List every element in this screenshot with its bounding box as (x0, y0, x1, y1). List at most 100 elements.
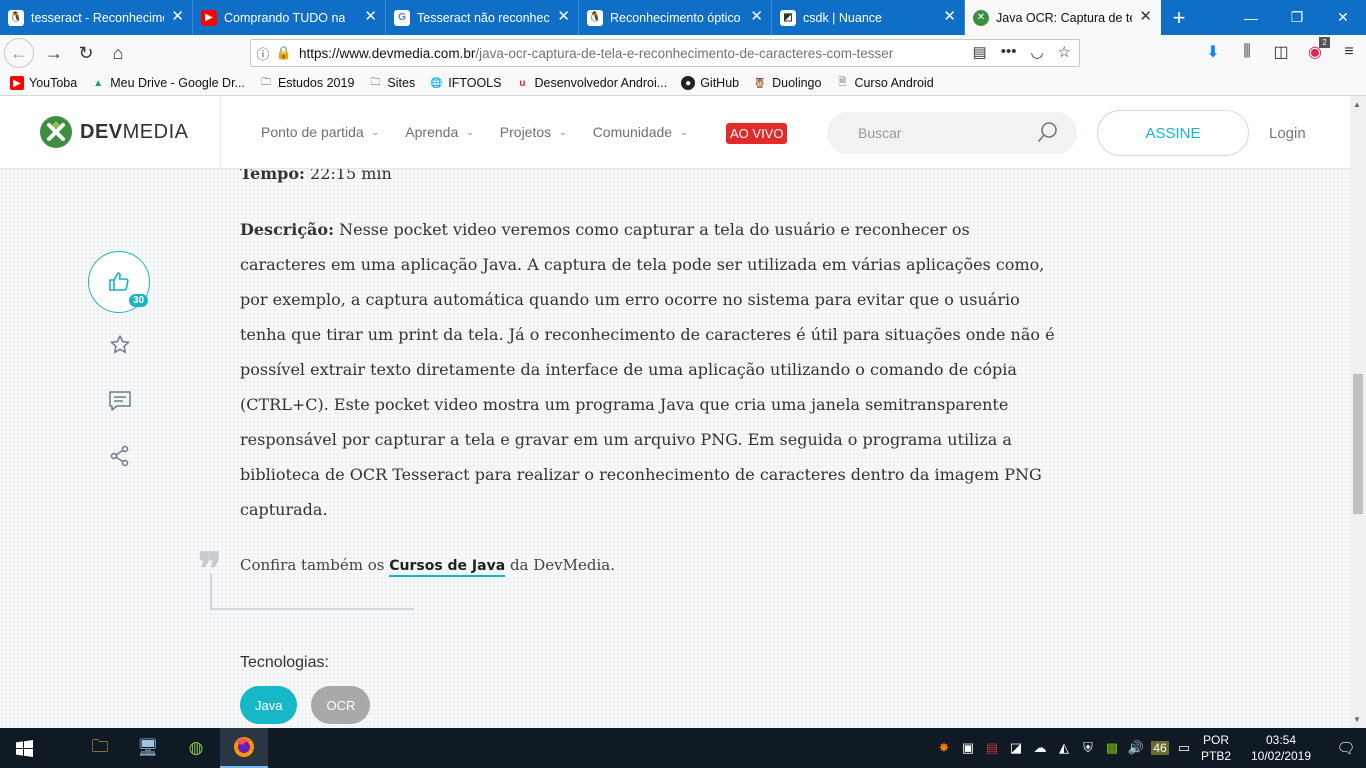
page-actions-icon[interactable]: ••• (1001, 43, 1017, 61)
tray-icon[interactable]: ☁ (1028, 740, 1052, 756)
page-scrollbar[interactable]: ▲ ▼ (1350, 96, 1366, 728)
bookmark-youtoba[interactable]: ▶ YouToba (10, 76, 77, 90)
menu-comunidade[interactable]: Comunidade ⌄ (593, 124, 688, 140)
security-icon[interactable]: ⛨ (1076, 740, 1100, 756)
chevron-down-icon: ⌄ (680, 126, 688, 137)
reader-view-icon[interactable]: ▤ (973, 43, 987, 61)
bookmark-sites[interactable]: 🗀 Sites (368, 76, 415, 90)
menu-ponto-de-partida[interactable]: Ponto de partida ⌄ (261, 124, 379, 140)
home-button[interactable]: ⌂ (102, 37, 134, 69)
main-menu: Ponto de partida ⌄ Aprenda ⌄ Projetos ⌄ Com… (261, 124, 688, 140)
u-icon: u (519, 77, 526, 89)
search-icon[interactable] (1037, 121, 1059, 143)
technologies-label: Tecnologias: (240, 654, 329, 671)
close-tab-icon[interactable]: ✕ (1139, 9, 1152, 25)
chevron-down-icon: ⌄ (371, 126, 380, 137)
devmedia-logo-icon (40, 116, 72, 148)
nvidia-icon[interactable]: ▩ (1100, 740, 1124, 756)
close-tab-icon[interactable]: ✕ (557, 9, 570, 25)
battery-icon[interactable]: ▭ (1172, 740, 1196, 756)
windows-taskbar: 🗀 🖥 ◍ ✸ ▣ ▤ ◪ ☁ ◭ ⛨ ▩ 🔊 46 ▭ POR PTB2 03:… (0, 728, 1366, 768)
tray-app-icon[interactable]: ✸ (932, 740, 956, 756)
share-button[interactable] (106, 442, 134, 470)
tray-icon[interactable]: ▤ (980, 740, 1004, 756)
reload-button[interactable]: ↻ (70, 37, 102, 69)
like-button[interactable]: 30 (88, 251, 150, 313)
control-panel-icon[interactable]: 🖥 (124, 728, 172, 768)
thumbs-up-icon (109, 272, 129, 291)
menu-projetos[interactable]: Projetos ⌄ (500, 124, 567, 140)
tab-tesseract[interactable]: 🐧 tesseract - Reconhecimer ✕ (0, 0, 193, 35)
live-badge[interactable]: AO VIVO (726, 123, 788, 144)
close-tab-icon[interactable]: ✕ (364, 9, 377, 25)
bookmark-curso-android[interactable]: 🗎 Curso Android (835, 76, 933, 90)
extension-icon[interactable]: ◉ 2 (1304, 37, 1330, 65)
tab-java-ocr[interactable]: ✕ Java OCR: Captura de tel ✕ (965, 0, 1161, 35)
chevron-down-icon: ⌄ (559, 126, 567, 137)
tray-icon[interactable]: ◪ (1004, 740, 1028, 756)
sidebar-icon[interactable]: ◫ (1270, 39, 1292, 65)
favorite-star-button[interactable] (106, 331, 134, 359)
scroll-down-icon[interactable]: ▼ (1353, 715, 1361, 724)
close-tab-icon[interactable]: ✕ (171, 9, 184, 25)
bookmark-android-dev[interactable]: u Desenvolvedor Androi... (515, 76, 667, 90)
menu-aprenda[interactable]: Aprenda ⌄ (405, 124, 473, 140)
tab-tesseract-nao[interactable]: G Tesseract não reconhece ✕ (386, 0, 579, 35)
start-button[interactable] (0, 728, 48, 768)
scrollbar-thumb[interactable] (1353, 374, 1363, 514)
minimize-icon[interactable]: — (1228, 0, 1274, 35)
notifications-icon[interactable]: 🗨 (1326, 739, 1366, 757)
tag-java[interactable]: Java (240, 686, 298, 724)
bookmark-iftools[interactable]: 🌐 IFTOOLS (429, 76, 502, 90)
comments-button[interactable] (106, 387, 134, 415)
android-studio-icon[interactable]: ◍ (172, 728, 220, 768)
info-icon[interactable]: ⓘ (251, 44, 275, 63)
lock-icon[interactable]: 🔒 (275, 45, 293, 61)
close-tab-icon[interactable]: ✕ (750, 9, 763, 25)
new-tab-button[interactable]: + (1161, 0, 1197, 35)
penguin-icon: 🐧 (587, 9, 603, 26)
firefox-taskbar-icon[interactable] (220, 728, 268, 768)
nuance-icon: ◩ (780, 9, 796, 26)
folder-icon: 🗀 (370, 76, 381, 88)
forward-button[interactable]: → (38, 37, 70, 69)
subscribe-button[interactable]: ASSINE (1097, 110, 1249, 156)
bookmark-duolingo[interactable]: 🦉 Duolingo (753, 76, 822, 90)
scroll-up-icon[interactable]: ▲ (1353, 100, 1361, 109)
volume-icon[interactable]: 🔊 (1124, 740, 1148, 756)
close-window-icon[interactable]: ✕ (1320, 0, 1366, 35)
bookmark-estudos[interactable]: 🗀 Estudos 2019 (259, 76, 354, 90)
bookmark-github[interactable]: ● GitHub (681, 76, 739, 90)
tab-comprando[interactable]: ▶ Comprando TUDO na ✕ (193, 0, 386, 35)
restore-icon[interactable]: ❐ (1274, 0, 1320, 35)
url-text[interactable]: https://www.devmedia.com.br/java-ocr-cap… (299, 46, 919, 61)
tab-csdk[interactable]: ◩ csdk | Nuance ✕ (772, 0, 965, 35)
network-icon[interactable]: ◭ (1052, 740, 1076, 756)
github-icon: ● (681, 76, 696, 90)
youtube-icon: ▶ (10, 76, 24, 90)
back-button[interactable]: ← (4, 38, 34, 68)
clock[interactable]: 03:54 10/02/2019 (1236, 732, 1326, 764)
url-bar[interactable]: ⓘ 🔒 https://www.devmedia.com.br/java-ocr… (250, 39, 1080, 67)
file-explorer-icon[interactable]: 🗀 (76, 728, 124, 768)
close-tab-icon[interactable]: ✕ (943, 9, 956, 25)
drive-icon: ▲ (93, 77, 104, 89)
menu-icon[interactable]: ≡ (1338, 39, 1360, 65)
devmedia-icon: ✕ (973, 9, 989, 26)
tab-reconhecimento[interactable]: 🐧 Reconhecimento óptico ✕ (579, 0, 772, 35)
tray-icon[interactable]: ▣ (956, 740, 980, 756)
pocket-icon[interactable]: ◡ (1030, 43, 1043, 61)
penguin-icon: 🐧 (8, 9, 24, 26)
language-indicator[interactable]: POR PTB2 (1196, 732, 1236, 764)
bookmark-star-icon[interactable]: ☆ (1058, 43, 1071, 61)
folder-icon: 🗀 (260, 76, 271, 88)
battery-level[interactable]: 46 (1151, 741, 1169, 755)
tag-ocr[interactable]: OCR (311, 686, 371, 724)
download-icon[interactable]: ⬇ (1202, 39, 1224, 65)
login-link[interactable]: Login (1269, 125, 1306, 142)
library-icon[interactable]: ⫼ (1236, 39, 1258, 65)
devmedia-logo[interactable]: DEVMEDIA (40, 116, 188, 148)
site-search[interactable]: Buscar (827, 112, 1077, 154)
bookmark-drive[interactable]: ▲ Meu Drive - Google Dr... (91, 76, 245, 90)
comment-icon (109, 391, 131, 411)
